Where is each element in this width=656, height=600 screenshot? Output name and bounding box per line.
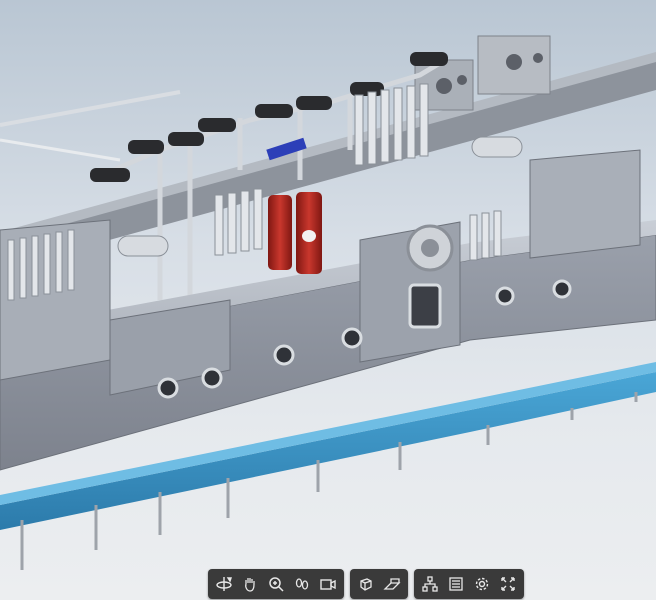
pan-button[interactable] — [237, 571, 263, 597]
fullscreen-icon — [501, 577, 515, 591]
fullscreen-button[interactable] — [495, 571, 521, 597]
3d-model-viewport[interactable] — [0, 0, 656, 600]
settings-button[interactable] — [469, 571, 495, 597]
camera-icon — [320, 579, 336, 590]
walk-icon — [295, 578, 309, 590]
navigation-tools — [208, 569, 344, 599]
red-tanks — [268, 192, 322, 274]
explode-icon — [360, 578, 372, 591]
walk-button[interactable] — [289, 571, 315, 597]
pan-icon — [245, 578, 255, 592]
zoom-button[interactable] — [263, 571, 289, 597]
model-tree-icon — [422, 576, 438, 592]
orbit-icon — [216, 577, 232, 591]
camera-button[interactable] — [315, 571, 341, 597]
properties-icon — [449, 577, 463, 591]
viewer-toolbar — [208, 569, 524, 599]
zoom-icon — [269, 577, 284, 592]
model-tools — [350, 569, 408, 599]
orbit-button[interactable] — [211, 571, 237, 597]
model-tree-button[interactable] — [417, 571, 443, 597]
settings-icon — [475, 577, 489, 591]
filling-machine-3d-model[interactable] — [0, 0, 656, 600]
explode-button[interactable] — [353, 571, 379, 597]
panel-tools — [414, 569, 524, 599]
machine-body — [0, 149, 656, 471]
section-button[interactable] — [379, 571, 405, 597]
properties-button[interactable] — [443, 571, 469, 597]
section-icon — [383, 578, 401, 590]
